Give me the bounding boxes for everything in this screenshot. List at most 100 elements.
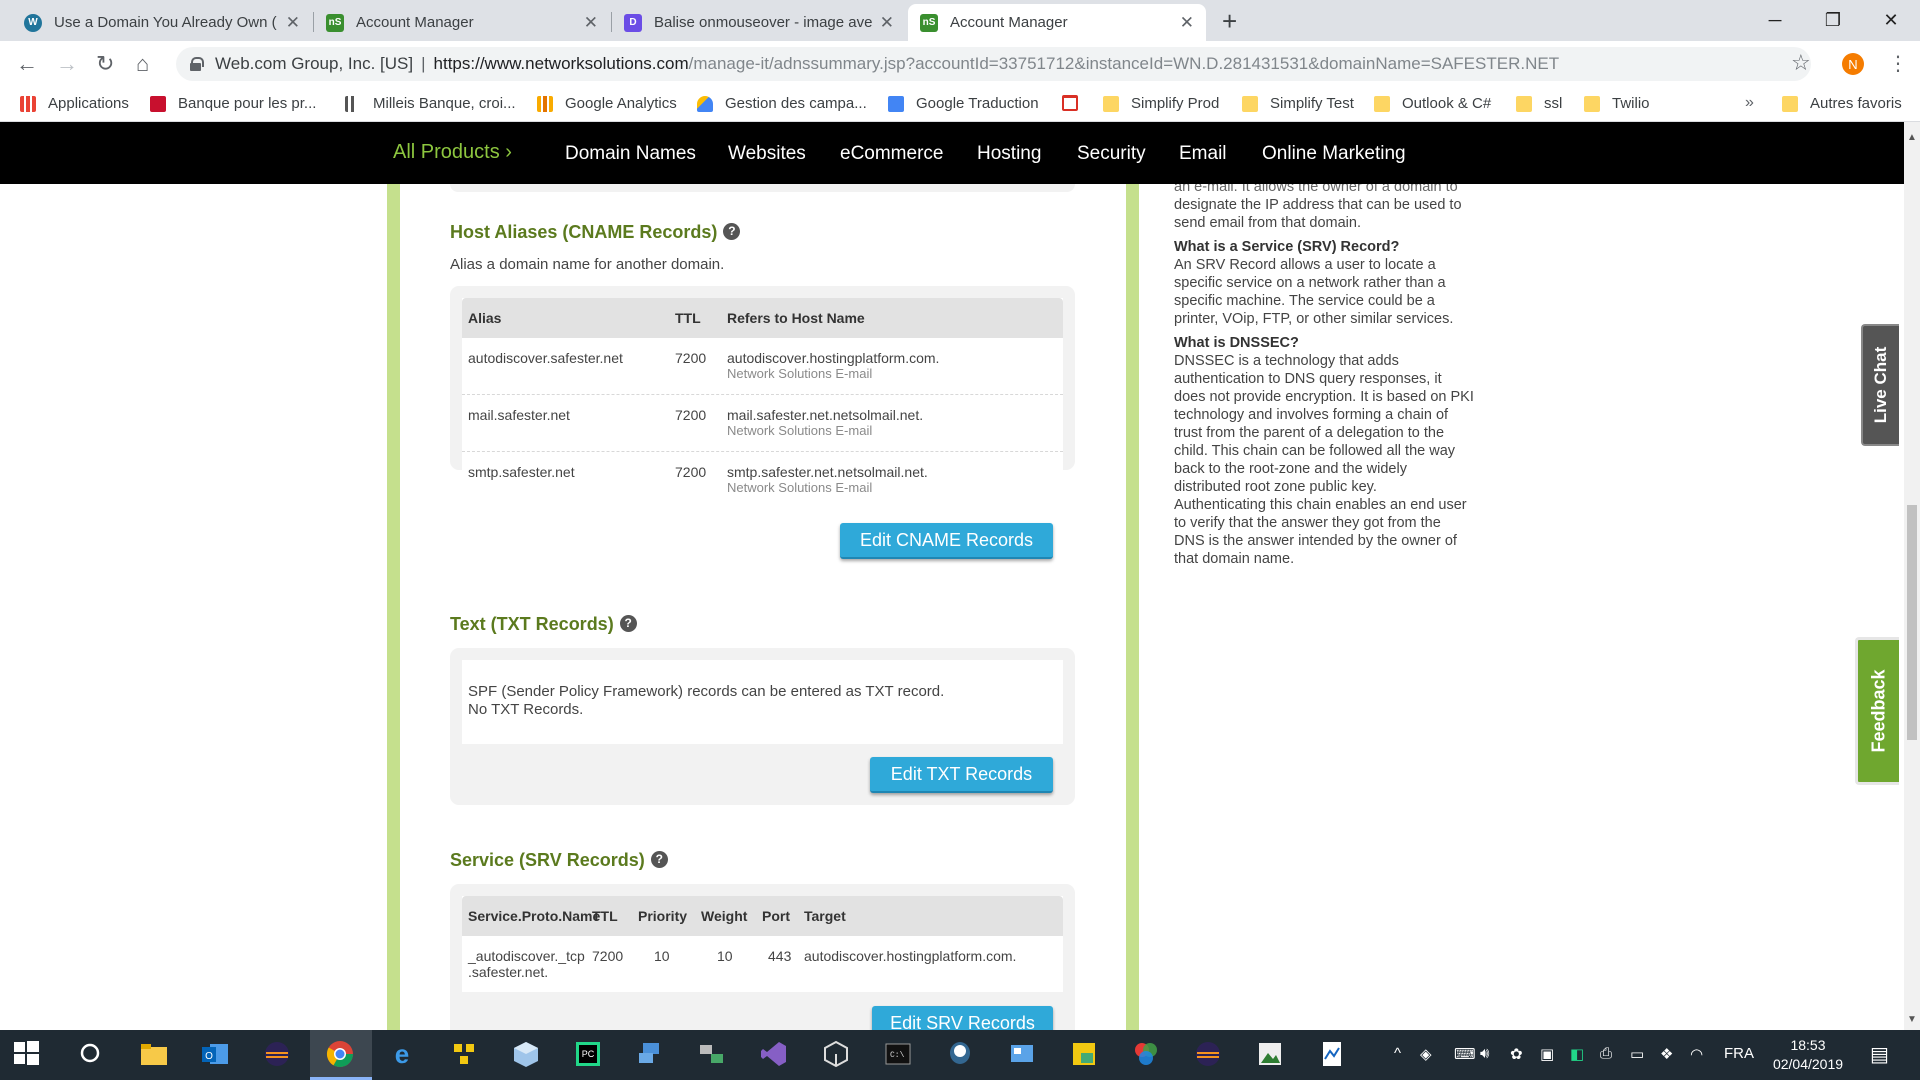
more-bookmarks-icon[interactable]: » xyxy=(1745,94,1754,112)
minimize-icon[interactable]: ─ xyxy=(1746,0,1804,41)
bookmark-ssl[interactable]: ssl xyxy=(1516,95,1562,112)
tray-app-icon[interactable]: ✿ xyxy=(1510,1045,1523,1063)
folder-icon xyxy=(1782,95,1798,112)
terminal-icon[interactable]: C:\ xyxy=(883,1039,915,1071)
tab-wordpress[interactable]: W Use a Domain You Already Own ( ✕ xyxy=(12,4,312,41)
file-explorer-icon[interactable] xyxy=(139,1039,171,1071)
eclipse-icon[interactable] xyxy=(262,1039,294,1071)
edit-srv-records-button[interactable]: Edit SRV Records xyxy=(872,1006,1053,1030)
input-language[interactable]: FRA xyxy=(1724,1045,1754,1062)
colors-icon[interactable] xyxy=(1131,1039,1163,1071)
close-tab-icon[interactable]: ✕ xyxy=(286,13,300,33)
tray-sync-icon[interactable]: ◧ xyxy=(1570,1045,1584,1063)
tray-printer-icon[interactable]: ⎙ xyxy=(1600,1045,1612,1062)
nav-security[interactable]: Security xyxy=(1077,143,1146,165)
nav-email[interactable]: Email xyxy=(1179,143,1227,165)
wordpress-icon: W xyxy=(24,13,42,32)
nav-websites[interactable]: Websites xyxy=(728,143,806,165)
gmail-icon xyxy=(1062,95,1078,111)
chrome-icon[interactable] xyxy=(325,1039,357,1071)
bookmark-simplify-prod[interactable]: Simplify Prod xyxy=(1103,95,1219,112)
bookmark-outlook-csharp[interactable]: Outlook & C# xyxy=(1374,95,1491,112)
postgres-icon[interactable] xyxy=(945,1039,977,1071)
bookmark-autres-favoris[interactable]: Autres favoris xyxy=(1782,95,1902,112)
bookmark-applications[interactable]: Applications xyxy=(20,95,129,112)
reload-icon[interactable]: ↻ xyxy=(96,51,114,77)
nav-all-products[interactable]: All Products › xyxy=(393,141,512,164)
scroll-up-icon[interactable]: ▲ xyxy=(1907,132,1917,143)
home-icon[interactable]: ⌂ xyxy=(136,51,149,77)
scroll-down-icon[interactable]: ▼ xyxy=(1907,1014,1917,1025)
remote-desktop-icon[interactable] xyxy=(635,1039,667,1071)
back-icon[interactable]: ← xyxy=(16,51,38,77)
tray-ime-icon[interactable]: ⌨ xyxy=(1454,1045,1476,1063)
close-tab-icon[interactable]: ✕ xyxy=(1180,13,1194,33)
bookmark-gmail[interactable] xyxy=(1062,95,1090,111)
clock[interactable]: 18:53 02/04/2019 xyxy=(1768,1036,1848,1074)
help-icon[interactable]: ? xyxy=(650,851,668,868)
forward-icon[interactable]: → xyxy=(56,51,78,77)
bookmark-banque[interactable]: Banque pour les pr... xyxy=(150,95,316,112)
visual-studio-icon[interactable] xyxy=(759,1039,791,1071)
address-bar[interactable]: Web.com Group, Inc. [US] | https://www.n… xyxy=(176,47,1811,81)
table-header: Alias TTL Refers to Host Name xyxy=(462,298,1063,338)
profile-avatar[interactable]: N xyxy=(1842,53,1864,75)
edit-txt-records-button[interactable]: Edit TXT Records xyxy=(870,757,1053,793)
bookmark-google-traduction[interactable]: Google Traduction xyxy=(888,95,1039,112)
tray-battery-icon[interactable]: ▭ xyxy=(1630,1045,1644,1063)
bookmark-milleis[interactable]: Milleis Banque, croi... xyxy=(345,95,516,112)
d-icon: D xyxy=(624,13,642,32)
tray-dropbox-icon[interactable]: ❖ xyxy=(1660,1045,1673,1063)
nav-hosting[interactable]: Hosting xyxy=(977,143,1041,165)
srv-question: What is a Service (SRV) Record? xyxy=(1174,239,1400,255)
help-sidebar: an e-mail. It allows the owner of a doma… xyxy=(1174,184,1514,568)
tray-wifi-icon[interactable]: ◠ xyxy=(1690,1045,1703,1063)
close-tab-icon[interactable]: ✕ xyxy=(880,13,894,33)
network-tool-icon[interactable] xyxy=(449,1039,481,1071)
close-tab-icon[interactable]: ✕ xyxy=(584,13,598,33)
nav-online-marketing[interactable]: Online Marketing xyxy=(1262,143,1406,165)
tray-overflow-icon[interactable]: ^ xyxy=(1394,1045,1401,1062)
nav-ecommerce[interactable]: eCommerce xyxy=(840,143,943,165)
new-tab-icon[interactable]: + xyxy=(1222,6,1237,37)
tab-account-manager-active[interactable]: nS Account Manager ✕ xyxy=(908,4,1206,41)
bookmark-gestion-campagnes[interactable]: Gestion des campa... xyxy=(697,95,867,112)
search-icon[interactable] xyxy=(76,1039,108,1071)
tab-balise[interactable]: D Balise onmouseover - image ave ✕ xyxy=(612,4,906,41)
virtualbox-icon[interactable] xyxy=(511,1039,543,1071)
document-tool-icon[interactable] xyxy=(1317,1039,1349,1071)
network-monitor-icon[interactable] xyxy=(697,1039,729,1071)
bookmark-twilio[interactable]: Twilio xyxy=(1584,95,1650,112)
menu-icon[interactable]: ⋮ xyxy=(1888,51,1908,76)
nav-domain-names[interactable]: Domain Names xyxy=(565,143,696,165)
tray-network-device-icon[interactable]: ▣ xyxy=(1540,1045,1554,1063)
pycharm-icon[interactable]: PC xyxy=(573,1039,605,1071)
image-editor-icon[interactable] xyxy=(1255,1039,1287,1071)
table-header: Service.Proto.Name TTL Priority Weight P… xyxy=(462,896,1063,936)
package-icon[interactable] xyxy=(821,1039,853,1071)
help-icon[interactable]: ? xyxy=(723,223,741,240)
edge-icon[interactable]: e xyxy=(387,1039,419,1071)
tab-account-manager-1[interactable]: nS Account Manager ✕ xyxy=(314,4,610,41)
control-panel-icon[interactable] xyxy=(1007,1039,1039,1071)
script-tool-icon[interactable] xyxy=(1069,1039,1101,1071)
feedback-tab[interactable]: Feedback xyxy=(1855,637,1899,785)
outlook-icon[interactable]: O xyxy=(200,1039,232,1071)
restore-icon[interactable]: ❐ xyxy=(1804,0,1862,41)
right-green-border xyxy=(1126,184,1139,1030)
help-icon[interactable]: ? xyxy=(619,615,637,632)
vertical-scrollbar[interactable]: ▲ ▼ xyxy=(1904,122,1920,1030)
bookmark-simplify-test[interactable]: Simplify Test xyxy=(1242,95,1354,112)
edit-cname-records-button[interactable]: Edit CNAME Records xyxy=(840,523,1053,559)
svg-text:C:\: C:\ xyxy=(890,1051,905,1060)
tray-volume-icon[interactable]: 🔊︎ xyxy=(1480,1045,1489,1062)
windows-start-icon[interactable] xyxy=(12,1039,44,1071)
window-close-icon[interactable]: ✕ xyxy=(1862,0,1920,41)
live-chat-tab[interactable]: Live Chat xyxy=(1861,324,1899,446)
notifications-icon[interactable]: ▤ xyxy=(1870,1042,1889,1067)
scrollbar-thumb[interactable] xyxy=(1907,505,1917,740)
tray-shield-icon[interactable]: ◈ xyxy=(1420,1045,1432,1063)
bookmark-google-analytics[interactable]: Google Analytics xyxy=(537,95,677,112)
eclipse-2-icon[interactable] xyxy=(1193,1039,1225,1071)
bookmark-star-icon[interactable]: ☆ xyxy=(1791,50,1811,76)
